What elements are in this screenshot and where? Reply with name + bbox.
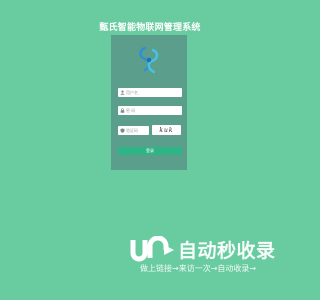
watermark: 自动秒收录 做上链接→来访一次→自动收录→ [130,236,290,276]
captcha-image[interactable]: kuk [152,125,181,135]
login-panel: 用户名 密 码 验证码 kuk 登录 [111,35,187,170]
user-icon [118,88,126,97]
watermark-tagline: 做上链接→来访一次→自动收录→ [140,264,257,273]
lock-icon [118,106,126,115]
login-page: 甄氏智能物联网管理系统 用户名 密 码 验证码 kuk 登录 自动秒收录 做上链… [0,0,300,300]
page-title: 甄氏智能物联网管理系统 [99,23,201,33]
captcha-placeholder: 验证码 [126,127,138,133]
captcha-input[interactable]: 验证码 [118,126,149,135]
password-input[interactable]: 密 码 [118,106,182,115]
watermark-brand: 自动秒收录 [178,240,276,262]
shield-icon [118,126,126,135]
login-button[interactable]: 登录 [118,147,182,155]
app-logo-icon [139,46,159,74]
username-placeholder: 用户名 [126,89,138,95]
username-input[interactable]: 用户名 [118,88,182,97]
password-placeholder: 密 码 [126,107,136,113]
login-button-label: 登录 [146,148,154,153]
watermark-logo-icon [130,236,174,262]
